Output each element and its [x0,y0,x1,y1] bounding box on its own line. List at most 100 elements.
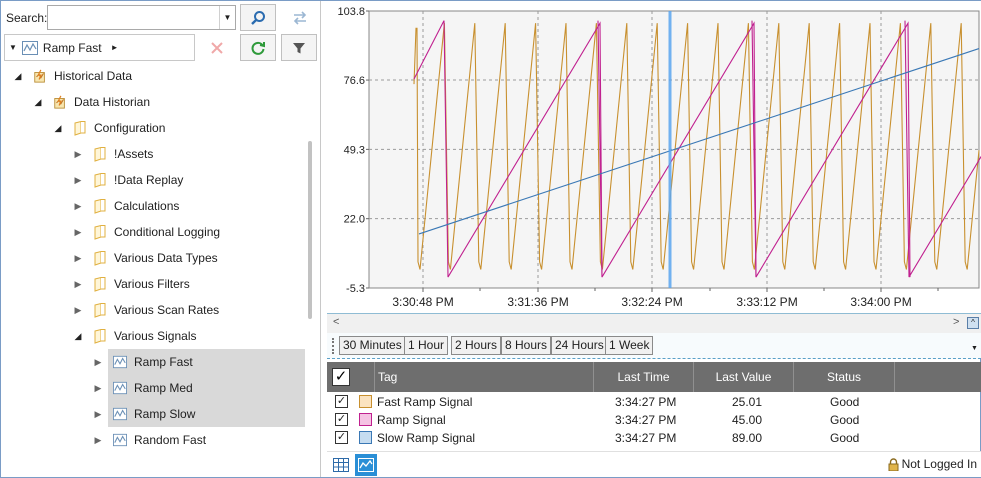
login-status[interactable]: Not Logged In [888,457,977,471]
col-last-value[interactable]: Last Value [694,362,794,392]
sync-button[interactable] [282,4,318,31]
last-time-cell: 3:34:27 PM [615,413,677,427]
tree-item[interactable]: ◢ Historical Data [13,63,133,89]
folder-icon [93,302,107,318]
tree-item-label: !Data Replay [114,173,184,187]
trend-chart-svg[interactable]: 103.8 76.6 49.3 22.0 -5.3 3:30:48 PM 3:31:36 P… [327,1,981,313]
tree-item-label: Ramp Fast [134,355,193,369]
row-checkbox[interactable]: ✓ [335,413,348,426]
tree-item[interactable]: ▶ Random Fast [93,427,207,453]
folder-icon [93,250,107,266]
tree-expand-icon[interactable]: ▶ [93,357,103,368]
y-tick-label: 103.8 [337,6,365,18]
chevron-right-icon[interactable]: ► [111,43,119,52]
series-color-swatch[interactable] [359,395,372,408]
tree-item[interactable]: ◢ Configuration [53,115,165,141]
tree-expand-icon[interactable]: ▶ [73,305,83,316]
status-cell: Good [830,431,860,445]
tree-item-label: Various Filters [114,277,190,291]
login-status-label: Not Logged In [901,457,977,471]
tree-expand-icon[interactable]: ▶ [93,409,103,420]
tree-collapse-icon[interactable]: ◢ [33,97,43,108]
tree-item-label: Various Signals [114,329,197,343]
series-color-swatch[interactable] [359,431,372,444]
lock-icon [888,457,899,471]
x-tick-label: 3:33:12 PM [736,295,797,309]
tree-expand-icon[interactable]: ▶ [73,227,83,238]
row-checkbox[interactable]: ✓ [335,431,348,444]
tree-item[interactable]: ◢ Data Historian [33,89,151,115]
y-tick-label: -5.3 [346,283,365,295]
tree-item[interactable]: ◢ Various Signals [73,323,197,349]
delete-button[interactable] [199,34,235,61]
range-button[interactable]: 8 Hours [501,336,552,355]
tree-item[interactable]: ▶ Various Filters [73,271,190,297]
tree-item[interactable]: ▶ Ramp Slow [93,401,196,427]
tree-expand-icon[interactable]: ▶ [73,201,83,212]
tree-expand-icon[interactable]: ▶ [73,149,83,160]
tree-expand-icon[interactable]: ▶ [93,435,103,446]
chart-hscrollbar[interactable]: < > ^ [327,313,981,333]
overflow-icon[interactable]: ▼ [971,345,978,352]
y-tick-label: 22.0 [344,214,365,226]
series-color-swatch[interactable] [359,413,372,426]
chevron-down-icon[interactable]: ▼ [219,6,235,29]
filter-icon [293,42,305,53]
grip-handle[interactable] [332,338,334,354]
range-button[interactable]: 2 Hours [451,336,502,355]
tree-collapse-icon[interactable]: ◢ [73,331,83,342]
tree-expand-icon[interactable]: ▶ [93,383,103,394]
tree-item[interactable]: ▶ Various Data Types [73,245,218,271]
tree-expand-icon[interactable]: ▶ [73,253,83,264]
search-input[interactable]: ▼ [47,5,236,30]
breadcrumb[interactable]: ▼ Ramp Fast ► [4,34,195,61]
tree-expand-icon[interactable]: ▶ [73,175,83,186]
table-row[interactable]: ✓ Slow Ramp Signal 3:34:27 PM 89.00 Good [327,429,981,447]
y-tick-label: 49.3 [344,144,365,156]
tree-item[interactable]: ▶ !Assets [73,141,153,167]
scroll-left-icon[interactable]: < [333,316,339,328]
range-button[interactable]: 1 Week [605,336,654,355]
tree-item-label: Calculations [114,199,180,213]
table-row[interactable]: ✓ Fast Ramp Signal 3:34:27 PM 25.01 Good [327,393,981,411]
database-icon [53,94,67,110]
table-view-button[interactable] [330,454,352,476]
select-all-cell[interactable]: ✓ [327,362,375,392]
x-tick-label: 3:32:24 PM [621,295,682,309]
filter-button[interactable] [281,34,317,61]
range-button[interactable]: 24 Hours [551,336,608,355]
tree-item[interactable]: ▶ Calculations [73,193,179,219]
tree-collapse-icon[interactable]: ◢ [13,71,23,82]
col-status[interactable]: Status [794,362,895,392]
tree-item-label: Data Historian [74,95,151,109]
col-tag[interactable]: Tag [375,362,594,392]
tree-item[interactable]: ▶ Various Scan Rates [73,297,219,323]
x-tick-label: 3:31:36 PM [507,295,568,309]
tree-collapse-icon[interactable]: ◢ [53,123,63,134]
tree-item-label: Various Data Types [114,251,218,265]
table-row[interactable]: ✓ Ramp Signal 3:34:27 PM 45.00 Good [327,411,981,429]
chevron-up-icon[interactable]: ^ [967,317,979,329]
trend-chart[interactable]: 103.8 76.6 49.3 22.0 -5.3 3:30:48 PM 3:31:36 P… [327,1,981,313]
tree-item[interactable]: ▶ Ramp Med [93,375,193,401]
refresh-button[interactable] [240,34,276,61]
folder-icon [93,146,107,162]
signal-icon [113,380,127,396]
tree-item[interactable]: ▶ Conditional Logging [73,219,220,245]
tree-scrollbar[interactable] [308,141,312,319]
select-all-checkbox[interactable]: ✓ [332,368,350,386]
range-button[interactable]: 1 Hour [404,336,449,355]
trend-view-button[interactable] [355,454,377,476]
status-bar: Not Logged In [327,451,981,477]
row-checkbox[interactable]: ✓ [335,395,348,408]
search-button[interactable] [240,4,276,31]
signal-icon [113,406,127,422]
scroll-right-icon[interactable]: > [953,316,959,328]
tree-item[interactable]: ▶ Ramp Fast [93,349,193,375]
tree-expand-icon[interactable]: ▶ [73,279,83,290]
tag-cell: Ramp Signal [377,413,446,427]
chevron-down-icon[interactable]: ▼ [9,43,17,52]
col-last-time[interactable]: Last Time [594,362,694,392]
range-button[interactable]: 30 Minutes [339,336,406,355]
tree-item[interactable]: ▶ !Data Replay [73,167,183,193]
